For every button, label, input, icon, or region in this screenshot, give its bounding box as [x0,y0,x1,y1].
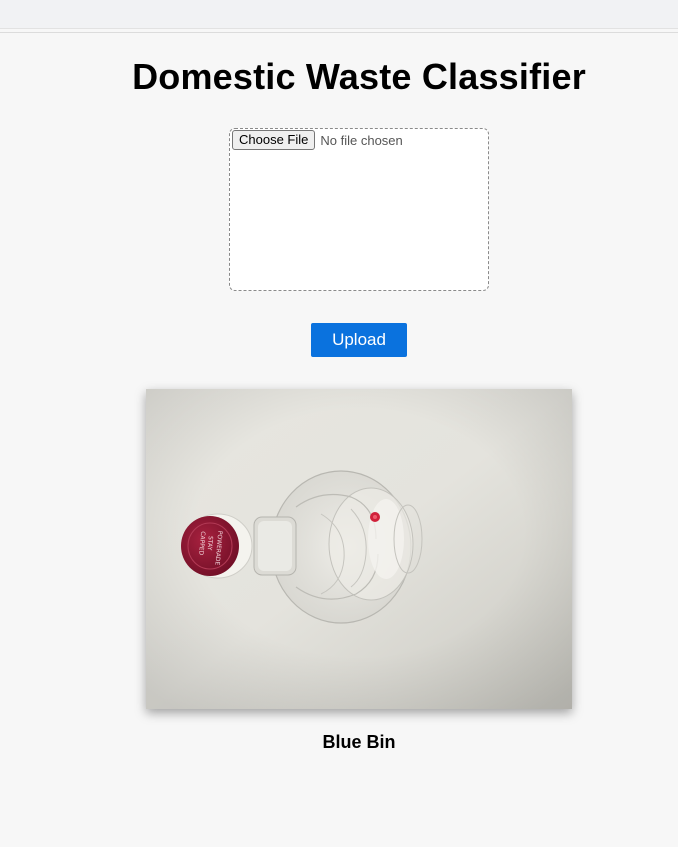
page-title: Domestic Waste Classifier [132,56,586,97]
divider [0,32,678,33]
choose-file-button[interactable]: Choose File [232,130,316,150]
file-drop-zone[interactable]: Choose File No file chosen [229,128,489,291]
browser-toolbar [0,0,678,29]
classification-result: Blue Bin [322,732,396,752]
waste-photo: POWERADE STAY CAPPED [146,389,572,709]
upload-button[interactable]: Upload [311,323,407,357]
file-status-text: No file chosen [320,132,403,148]
svg-text:STAY: STAY [206,536,214,551]
file-input[interactable]: Choose File No file chosen [232,130,403,150]
